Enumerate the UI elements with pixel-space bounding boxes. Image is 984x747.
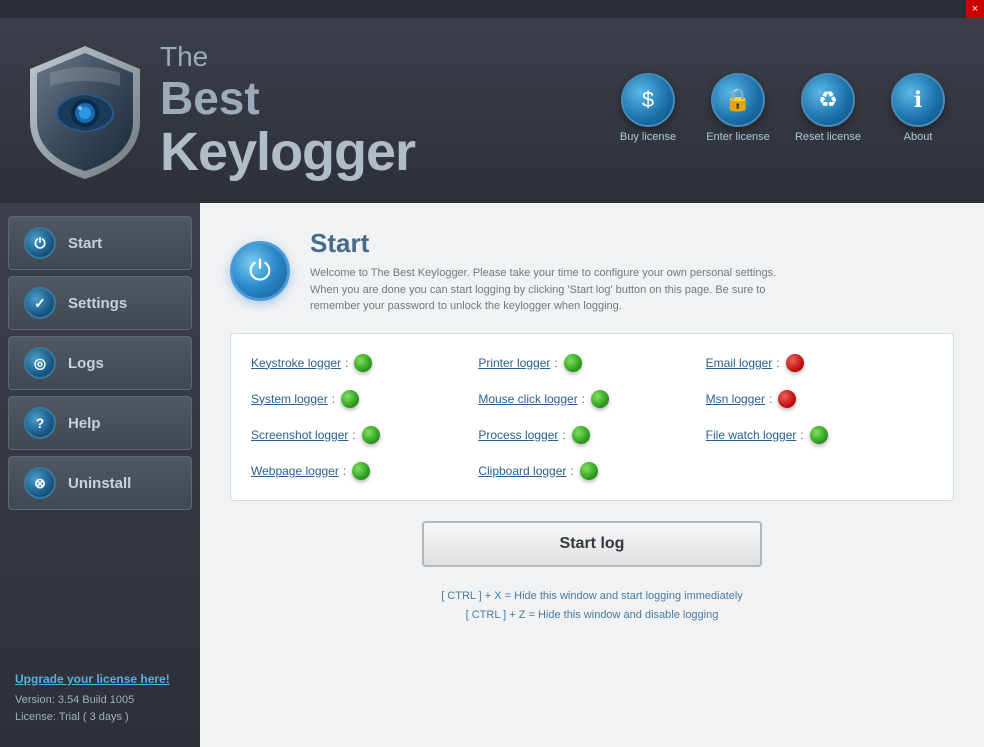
content-title-area: Start Welcome to The Best Keylogger. Ple… [310, 228, 790, 315]
filewatch-status-dot [810, 426, 828, 444]
screenshot-status-dot [362, 426, 380, 444]
sidebar-logs-label: Logs [68, 355, 104, 372]
logger-row: Keystroke logger : Printer logger : Emai… [251, 354, 933, 372]
sidebar-item-settings[interactable]: ✓ Settings [8, 276, 192, 330]
recycle-icon: ♻ [801, 73, 855, 127]
webpage-logger-link[interactable]: Webpage logger [251, 464, 339, 478]
webpage-status-dot [352, 462, 370, 480]
info-icon: ℹ [891, 73, 945, 127]
system-status-dot [341, 390, 359, 408]
keystroke-logger-link[interactable]: Keystroke logger [251, 356, 341, 370]
page-description: Welcome to The Best Keylogger. Please ta… [310, 265, 790, 315]
lock-icon: 🔒 [711, 73, 765, 127]
reset-license-button[interactable]: ♻ Reset license [792, 73, 864, 143]
sidebar-item-uninstall[interactable]: ⊗ Uninstall [8, 456, 192, 510]
title-the: The [160, 43, 415, 71]
uninstall-nav-icon: ⊗ [24, 467, 56, 499]
logger-cell: System logger : [251, 390, 478, 408]
license-value: : Trial ( 3 days ) [53, 711, 129, 723]
content-area: ⏻ Start Welcome to The Best Keylogger. P… [200, 203, 984, 747]
logger-cell: Msn logger : [706, 390, 933, 408]
logger-row: Screenshot logger : Process logger : Fil… [251, 426, 933, 444]
clipboard-logger-link[interactable]: Clipboard logger [478, 464, 566, 478]
title-keylogger: Keylogger [160, 125, 415, 179]
buy-license-label: Buy license [620, 131, 676, 143]
sidebar: ⏻ Start ✓ Settings ◎ Logs ? Help ⊗ Unins… [0, 203, 200, 747]
logger-cell: Process logger : [478, 426, 705, 444]
logger-cell: Keystroke logger : [251, 354, 478, 372]
version-value: : 3.54 Build 1005 [52, 694, 135, 706]
keystroke-status-dot [354, 354, 372, 372]
version-label: Version [15, 694, 52, 706]
sidebar-item-help[interactable]: ? Help [8, 396, 192, 450]
hotkey-z: [ CTRL ] + Z = Hide this window and disa… [230, 606, 954, 626]
logger-row: System logger : Mouse click logger : Msn… [251, 390, 933, 408]
logger-cell: Mouse click logger : [478, 390, 705, 408]
header: The Best Keylogger $ Buy license 🔒 Enter… [0, 18, 984, 203]
sidebar-item-logs[interactable]: ◎ Logs [8, 336, 192, 390]
header-buttons: $ Buy license 🔒 Enter license ♻ Reset li… [612, 73, 954, 149]
msn-logger-link[interactable]: Msn logger [706, 392, 765, 406]
mouseclick-status-dot [591, 390, 609, 408]
power-nav-icon: ⏻ [24, 227, 56, 259]
logger-grid: Keystroke logger : Printer logger : Emai… [230, 333, 954, 501]
printer-logger-link[interactable]: Printer logger [478, 356, 550, 370]
about-button[interactable]: ℹ About [882, 73, 954, 143]
about-label: About [904, 131, 933, 143]
app-title: The Best Keylogger [160, 43, 415, 179]
main-body: ⏻ Start ✓ Settings ◎ Logs ? Help ⊗ Unins… [0, 203, 984, 747]
process-logger-link[interactable]: Process logger [478, 428, 558, 442]
buy-license-button[interactable]: $ Buy license [612, 73, 684, 143]
page-title: Start [310, 228, 790, 259]
logger-cell [706, 462, 933, 480]
process-status-dot [572, 426, 590, 444]
close-button[interactable]: × [966, 0, 984, 18]
mouseclick-logger-link[interactable]: Mouse click logger [478, 392, 577, 406]
sidebar-item-start[interactable]: ⏻ Start [8, 216, 192, 270]
system-logger-link[interactable]: System logger [251, 392, 328, 406]
logo-area: The Best Keylogger [20, 41, 415, 181]
version-info: Version: 3.54 Build 1005 License: Trial … [15, 692, 185, 727]
logs-nav-icon: ◎ [24, 347, 56, 379]
logger-cell: Clipboard logger : [478, 462, 705, 480]
logger-cell: Email logger : [706, 354, 933, 372]
dollar-icon: $ [621, 73, 675, 127]
header-icons: $ Buy license 🔒 Enter license ♻ Reset li… [612, 73, 954, 143]
logger-cell: Webpage logger : [251, 462, 478, 480]
title-best: Best [160, 71, 260, 125]
filewatch-logger-link[interactable]: File watch logger [706, 428, 797, 442]
main-window: × [0, 0, 984, 747]
enter-license-button[interactable]: 🔒 Enter license [702, 73, 774, 143]
help-nav-icon: ? [24, 407, 56, 439]
enter-license-label: Enter license [706, 131, 770, 143]
logger-row: Webpage logger : Clipboard logger : [251, 462, 933, 480]
start-power-icon: ⏻ [230, 241, 290, 301]
sidebar-start-label: Start [68, 235, 102, 252]
logger-cell: Screenshot logger : [251, 426, 478, 444]
settings-nav-icon: ✓ [24, 287, 56, 319]
license-label: License [15, 711, 53, 723]
logger-cell: File watch logger : [706, 426, 933, 444]
clipboard-status-dot [580, 462, 598, 480]
sidebar-uninstall-label: Uninstall [68, 475, 131, 492]
sidebar-help-label: Help [68, 415, 101, 432]
titlebar: × [0, 0, 984, 18]
msn-status-dot [778, 390, 796, 408]
start-log-button[interactable]: Start log [422, 521, 762, 567]
sidebar-settings-label: Settings [68, 295, 127, 312]
logo-shield [20, 41, 150, 181]
hotkey-x: [ CTRL ] + X = Hide this window and star… [230, 587, 954, 607]
reset-license-label: Reset license [795, 131, 861, 143]
printer-status-dot [564, 354, 582, 372]
email-logger-link[interactable]: Email logger [706, 356, 773, 370]
hotkeys: [ CTRL ] + X = Hide this window and star… [230, 587, 954, 627]
screenshot-logger-link[interactable]: Screenshot logger [251, 428, 348, 442]
content-header: ⏻ Start Welcome to The Best Keylogger. P… [230, 228, 954, 315]
upgrade-link[interactable]: Upgrade your license here! [15, 672, 185, 686]
email-status-dot [786, 354, 804, 372]
sidebar-bottom: Upgrade your license here! Version: 3.54… [0, 662, 200, 737]
logger-cell: Printer logger : [478, 354, 705, 372]
